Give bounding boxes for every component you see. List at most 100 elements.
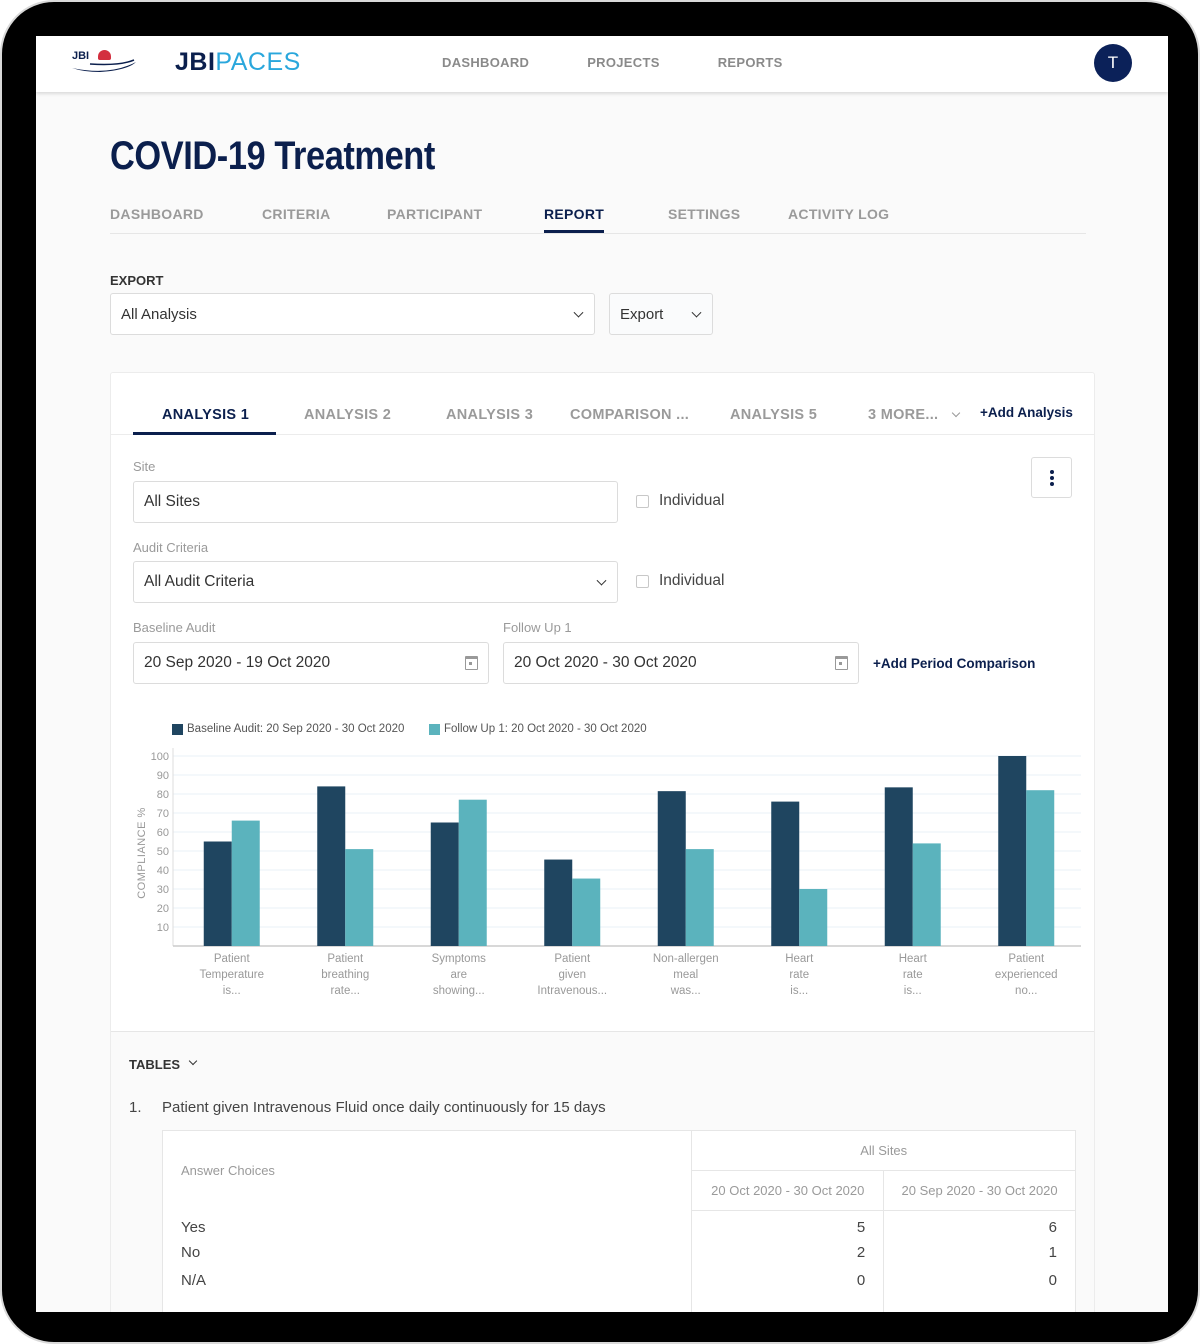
x-tick-label: Patient	[554, 953, 591, 965]
cell-value: 0	[883, 1266, 1076, 1295]
x-tick-label: rate	[789, 969, 809, 981]
user-avatar[interactable]: T	[1094, 44, 1132, 82]
answer-choice: N/A	[181, 1272, 207, 1289]
y-tick-label: 70	[157, 808, 169, 820]
bar-baseline	[544, 859, 573, 946]
export-scope-select[interactable]: All Analysis	[110, 293, 595, 335]
tab-analysis-3[interactable]: ANALYSIS 3	[446, 407, 533, 423]
x-tick-label: Non-allergen	[653, 953, 719, 965]
export-button[interactable]: Export	[609, 293, 713, 335]
criteria-value: All Audit Criteria	[144, 573, 255, 590]
table-cell-empty	[691, 1294, 884, 1312]
tab-settings[interactable]: SETTINGS	[668, 206, 740, 222]
chevron-down-icon	[691, 307, 702, 318]
more-options-button[interactable]	[1031, 457, 1072, 498]
y-tick-label: 90	[157, 770, 169, 782]
bar-followup	[912, 843, 941, 946]
nav-projects[interactable]: PROJECTS	[587, 55, 659, 70]
y-tick-label: 60	[157, 827, 169, 839]
chevron-down-icon[interactable]	[951, 408, 961, 418]
results-table: Answer Choices All Sites 20 Oct 2020 - 3…	[162, 1130, 1076, 1312]
calendar-icon[interactable]	[835, 656, 848, 670]
tab-analysis-2[interactable]: ANALYSIS 2	[304, 407, 391, 423]
criteria-individual-checkbox[interactable]	[636, 575, 649, 588]
bar-followup	[231, 820, 260, 946]
screen: JBI JBIPACES DASHBOARD PROJECTS REPORTS …	[36, 36, 1168, 1312]
table-cell-empty	[163, 1295, 692, 1313]
baseline-label: Baseline Audit	[133, 620, 216, 635]
site-input[interactable]: All Sites	[133, 481, 618, 523]
baseline-date-value: 20 Sep 2020 - 19 Oct 2020	[144, 654, 331, 671]
nav-reports[interactable]: REPORTS	[718, 55, 783, 70]
tab-analysis-5[interactable]: ANALYSIS 5	[730, 407, 817, 423]
all-sites-header: All Sites	[691, 1130, 1076, 1171]
followup-label: Follow Up 1	[503, 620, 572, 635]
table-row: Yes 5 6	[163, 1210, 1076, 1239]
y-tick-label: 80	[157, 789, 169, 801]
tab-dashboard[interactable]: DASHBOARD	[110, 206, 204, 222]
bar-followup	[572, 878, 601, 946]
x-tick-label: is...	[223, 985, 241, 997]
bar-followup	[685, 849, 714, 946]
compliance-bar-chart: 10 20 30 40 50 60 70 80 90 100 COMPLIANCE % Patient…	[136, 748, 1081, 997]
followup-date-input[interactable]: 20 Oct 2020 - 30 Oct 2020	[503, 642, 859, 684]
site-label: Site	[133, 459, 156, 474]
jbi-logo-swoosh-icon	[72, 59, 136, 72]
main-nav: DASHBOARD PROJECTS REPORTS	[442, 55, 841, 70]
y-axis-label: COMPLIANCE %	[136, 807, 148, 899]
y-tick-label: 20	[157, 903, 169, 915]
y-tick-label: 50	[157, 846, 169, 858]
x-tick-label: are	[450, 969, 467, 981]
cell-value: 1	[883, 1238, 1076, 1267]
criteria-select[interactable]: All Audit Criteria	[133, 561, 618, 603]
tab-criteria[interactable]: CRITERIA	[262, 206, 331, 222]
period-header: 20 Oct 2020 - 30 Oct 2020	[691, 1170, 884, 1211]
export-scope-value: All Analysis	[121, 305, 197, 323]
bar-baseline	[430, 822, 459, 946]
kebab-dot-icon	[1050, 476, 1054, 480]
site-value: All Sites	[144, 493, 200, 510]
tab-report[interactable]: REPORT	[544, 206, 605, 233]
tab-analysis-1[interactable]: ANALYSIS 1	[162, 407, 249, 423]
export-button-label: Export	[620, 305, 664, 323]
bar-followup	[1026, 790, 1055, 946]
page-title: COVID-19 Treatment	[110, 134, 435, 178]
answer-choice: No	[181, 1244, 201, 1261]
brand-part-jbi: JBI	[175, 48, 216, 76]
x-tick-label: Patient	[327, 953, 364, 965]
x-tick-label: meal	[673, 969, 698, 981]
add-analysis-button[interactable]: +Add Analysis	[980, 405, 1073, 420]
analysis-tabs: ANALYSIS 1 ANALYSIS 2 ANALYSIS 3 COMPARI…	[111, 373, 1094, 435]
cell-value: 0	[691, 1266, 884, 1295]
tab-more[interactable]: 3 MORE...	[868, 407, 938, 423]
bar-baseline	[884, 787, 913, 946]
bar-baseline	[317, 786, 346, 946]
tab-activity-log[interactable]: ACTIVITY LOG	[788, 206, 889, 222]
tables-toggle[interactable]: TABLES	[129, 1057, 180, 1072]
calendar-icon[interactable]	[465, 656, 478, 670]
baseline-date-input[interactable]: 20 Sep 2020 - 19 Oct 2020	[133, 642, 489, 684]
device-frame: JBI JBIPACES DASHBOARD PROJECTS REPORTS …	[2, 2, 1198, 1342]
bar-followup	[799, 889, 828, 946]
tab-comparison[interactable]: COMPARISON ...	[570, 407, 689, 423]
period-header: 20 Sep 2020 - 30 Oct 2020	[883, 1170, 1076, 1211]
criteria-individual-label: Individual	[659, 572, 725, 589]
site-individual-label: Individual	[659, 492, 725, 509]
followup-date-value: 20 Oct 2020 - 30 Oct 2020	[514, 654, 697, 671]
table-row	[163, 1294, 1076, 1313]
bar-baseline	[771, 801, 800, 946]
criteria-label: Audit Criteria	[133, 540, 209, 555]
table-row: N/A 0 0	[163, 1266, 1076, 1295]
site-individual-checkbox[interactable]	[636, 495, 649, 508]
chevron-down-icon[interactable]	[188, 1056, 198, 1066]
tables-section: TABLES 1. Patient given Intravenous Flui…	[111, 1031, 1094, 1312]
tab-participant[interactable]: PARTICIPANT	[387, 206, 482, 222]
x-tick-label: Intravenous...	[537, 985, 607, 997]
nav-dashboard[interactable]: DASHBOARD	[442, 55, 529, 70]
add-period-comparison-button[interactable]: +Add Period Comparison	[873, 656, 1035, 671]
answer-choices-header: Answer Choices	[181, 1163, 275, 1179]
y-tick-label: 10	[157, 922, 169, 934]
table-row: No 2 1	[163, 1238, 1076, 1267]
jbi-logo[interactable]: JBI	[70, 48, 140, 76]
bar-baseline	[998, 756, 1027, 946]
